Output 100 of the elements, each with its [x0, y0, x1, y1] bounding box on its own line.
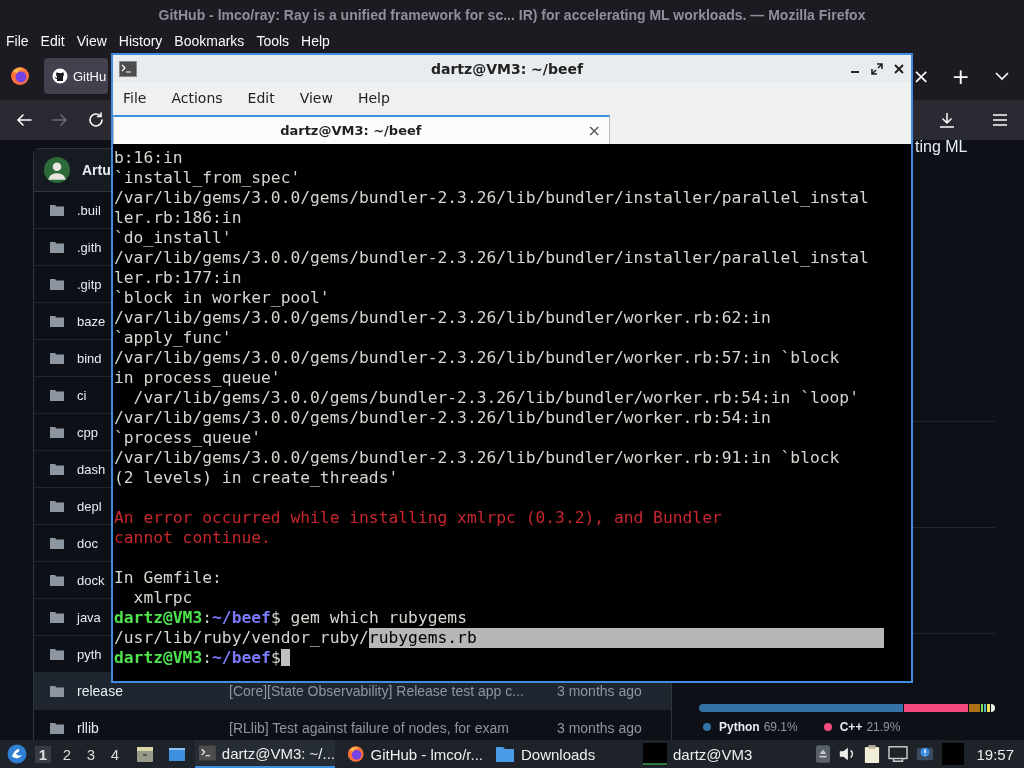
commit-date: 3 months ago: [557, 720, 643, 736]
eject-icon[interactable]: [816, 745, 831, 763]
folder-icon: [49, 572, 65, 588]
prompt-line: dartz@VM3:~/beef$: [114, 648, 290, 668]
menu-item[interactable]: View: [299, 90, 333, 106]
menu-item[interactable]: Actions: [171, 90, 223, 106]
output-line: ler.rb:186:in: [114, 208, 242, 228]
output-line: (2 levels) in create_threads': [114, 468, 399, 488]
folder-icon: [495, 745, 515, 763]
output-line: ler.rb:177:in: [114, 268, 242, 288]
browser-logo-icon[interactable]: [10, 66, 30, 86]
file-name-link[interactable]: release: [77, 683, 123, 699]
start-menu-icon[interactable]: [7, 744, 27, 764]
folder-icon: [49, 424, 65, 440]
commit-date: 3 months ago: [557, 683, 643, 699]
output-line: /var/lib/gems/3.0.0/gems/bundler-2.3.26/lib/bundler/worker.rb:54:in: [114, 408, 771, 428]
output-line: `process_queue': [114, 428, 262, 448]
commit-message-link[interactable]: [Core][State Observability] Release test app c...: [229, 683, 557, 699]
avatar-icon: [44, 157, 70, 183]
folder-icon: [49, 609, 65, 625]
download-icon[interactable]: [937, 110, 957, 130]
menu-item[interactable]: Tools: [256, 33, 290, 49]
output-line: /var/lib/gems/3.0.0/gems/bundler-2.3.26/lib/bundler/installer/parallel_instal: [114, 188, 869, 208]
browser-tab[interactable]: GitHu: [44, 58, 108, 94]
folder-icon: [49, 387, 65, 403]
file-cabinet-icon[interactable]: [135, 744, 155, 764]
taskbar-button[interactable]: dartz@VM3: ~/...: [195, 740, 335, 768]
maximize-icon[interactable]: [871, 62, 883, 75]
menu-item[interactable]: Bookmarks: [174, 33, 245, 49]
close-icon[interactable]: [893, 62, 905, 75]
taskbar-button[interactable]: dartz@VM3: [639, 740, 779, 768]
browser-logo-icon: [347, 744, 365, 764]
terminal-tab[interactable]: dartz@VM3: ~/beef ×: [113, 115, 610, 144]
output-line: `install_from_spec': [114, 168, 301, 188]
output-line: xmlrpc: [132, 588, 193, 608]
commit-message-link[interactable]: [RLlib] Test against failure of nodes, for exam: [229, 720, 557, 736]
language-name[interactable]: Python: [719, 720, 760, 734]
menu-item[interactable]: Help: [357, 90, 390, 106]
output-line: /var/lib/gems/3.0.0/gems/bundler-2.3.26/lib/bundler/worker.rb:91:in `block: [114, 448, 840, 468]
close-tab-button[interactable]: ×: [912, 64, 930, 88]
output-line: /var/lib/gems/3.0.0/gems/bundler-2.3.26/lib/bundler/worker.rb:62:in: [114, 308, 771, 328]
new-tab-button[interactable]: +: [951, 63, 970, 89]
menu-item[interactable]: Help: [301, 33, 330, 49]
language-name[interactable]: C++: [839, 720, 863, 734]
file-name-link[interactable]: baze: [77, 313, 106, 329]
folder-icon: [49, 239, 65, 255]
clock[interactable]: 19:57: [976, 745, 1014, 763]
output-line: /var/lib/gems/3.0.0/gems/bundler-2.3.26/lib/bundler/worker.rb:54:in `loop': [132, 388, 859, 408]
menu-item[interactable]: View: [76, 33, 107, 49]
file-name-link[interactable]: cpp: [77, 424, 98, 440]
file-name-link[interactable]: pyth: [77, 646, 102, 662]
menu-item[interactable]: File: [6, 33, 29, 49]
notification-icon[interactable]: [916, 745, 935, 763]
file-name-link[interactable]: ci: [77, 387, 87, 403]
clipboard-icon[interactable]: [864, 744, 881, 764]
prompt-line: dartz@VM3:~/beef$ gem which rubygems: [114, 608, 467, 628]
output-line: In Gemfile:: [114, 568, 222, 588]
file-name-link[interactable]: .gitp: [77, 276, 102, 292]
window-thumbnail-icon[interactable]: [942, 743, 965, 765]
menu-item[interactable]: File: [123, 90, 147, 106]
window-title: dartz@VM3: ~/beef: [429, 60, 585, 77]
workspace-button[interactable]: 2: [59, 745, 75, 763]
folder-icon: [49, 498, 65, 514]
file-name-link[interactable]: depl: [77, 498, 102, 514]
file-name-link[interactable]: .buil: [77, 202, 101, 218]
menu-item[interactable]: Edit: [247, 90, 275, 106]
menu-item[interactable]: History: [118, 33, 163, 49]
workspace-button[interactable]: 4: [107, 745, 123, 763]
output-line: `apply_func': [114, 328, 232, 348]
file-name-link[interactable]: dash: [77, 461, 106, 477]
language-percent: 69.1%: [763, 720, 798, 734]
taskbar-button[interactable]: GitHub - lmco/r...: [343, 740, 483, 768]
file-name-link[interactable]: dock: [77, 572, 105, 588]
tab-favicon-icon: [52, 68, 68, 84]
folder-icon: [49, 683, 65, 699]
output-line: /usr/lib/ruby/vendor_ruby/rubygems.rb: [114, 628, 884, 648]
network-icon[interactable]: [888, 745, 909, 763]
folder-icon: [49, 535, 65, 551]
folder-icon: [49, 350, 65, 366]
file-name-link[interactable]: java: [77, 609, 101, 625]
file-name-link[interactable]: rllib: [77, 720, 99, 736]
file-name-link[interactable]: doc: [77, 535, 98, 551]
reload-icon[interactable]: [86, 110, 106, 130]
file-name-link[interactable]: .gith: [77, 239, 102, 255]
workspace-button[interactable]: 1: [35, 745, 51, 763]
output-line: `block in worker_pool': [114, 288, 330, 308]
workspace-button[interactable]: 3: [83, 745, 99, 763]
window-thumbnail-icon: [643, 743, 667, 765]
output-line: in process_queue': [114, 368, 281, 388]
file-name-link[interactable]: bind: [77, 350, 102, 366]
folder-icon: [49, 313, 65, 329]
terminal-icon: [199, 745, 216, 761]
folder-icon: [49, 646, 65, 662]
output-line: b:16:in: [114, 148, 183, 168]
output-line: /var/lib/gems/3.0.0/gems/bundler-2.3.26/lib/bundler/installer/parallel_instal: [114, 248, 869, 268]
taskbar-button[interactable]: Downloads: [491, 740, 631, 768]
output-line: `do_install': [114, 228, 232, 248]
folder-icon: [49, 720, 65, 736]
menu-item[interactable]: Edit: [40, 33, 65, 49]
commit-author[interactable]: Artu: [82, 162, 111, 178]
